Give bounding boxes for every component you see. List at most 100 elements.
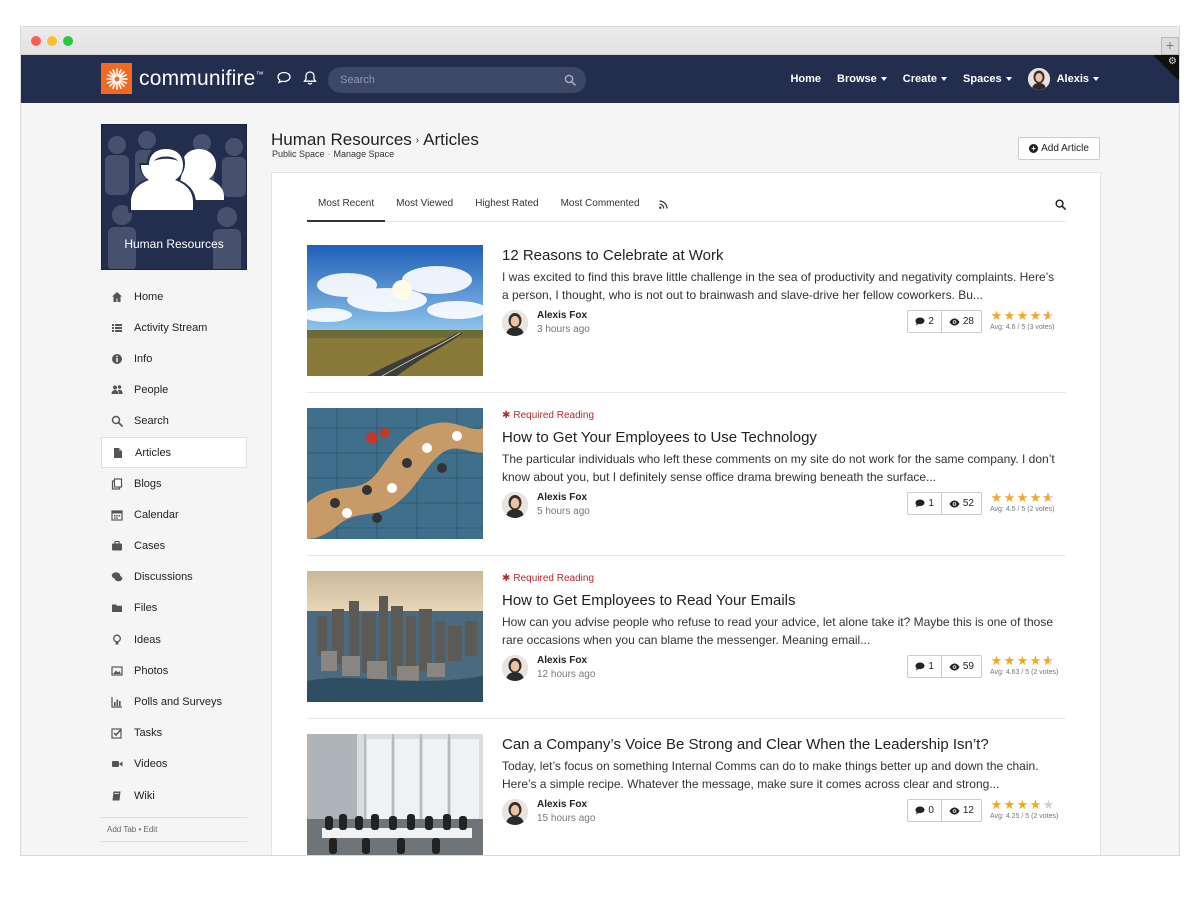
breadcrumb-space[interactable]: Human Resources	[271, 130, 412, 149]
sidebar-item-info[interactable]: Info	[101, 343, 247, 374]
video-icon	[110, 757, 124, 771]
article-timestamp: 15 hours ago	[537, 813, 596, 824]
author-avatar[interactable]	[502, 310, 528, 336]
comment-count[interactable]: 1	[908, 493, 941, 514]
chat-icon[interactable]	[276, 70, 294, 88]
sidebar-item-activity-stream[interactable]: Activity Stream	[101, 312, 247, 343]
author-name[interactable]: Alexis Fox	[537, 310, 587, 321]
article-thumbnail[interactable]	[307, 408, 483, 539]
checkbox-icon	[110, 726, 124, 740]
sidebar-item-label: Discussions	[134, 571, 193, 584]
star-icon[interactable]: ★	[1003, 797, 1016, 813]
star-icon[interactable]: ★	[1029, 308, 1042, 324]
comment-count[interactable]: 2	[908, 311, 941, 332]
gear-icon[interactable]: ⚙	[1168, 56, 1177, 67]
sidebar-item-polls-and-surveys[interactable]: Polls and Surveys	[101, 686, 247, 717]
sidebar-item-wiki[interactable]: Wiki	[101, 780, 247, 811]
star-icon[interactable]: ★	[990, 308, 1003, 324]
edit-tabs-link[interactable]: Edit	[144, 825, 158, 834]
sidebar-item-articles[interactable]: Articles	[101, 436, 247, 469]
sidebar-item-search[interactable]: Search	[101, 406, 247, 437]
space-sidebar-nav: Home Activity Stream Info People Search …	[101, 281, 247, 843]
sidebar-item-discussions[interactable]: Discussions	[101, 562, 247, 593]
sidebar-item-people[interactable]: People	[101, 375, 247, 406]
star-icon[interactable]: ★	[1042, 490, 1055, 506]
maximize-window-button[interactable]	[63, 36, 73, 46]
sidebar-item-blogs[interactable]: Blogs	[101, 468, 247, 499]
star-icon[interactable]: ★	[1003, 653, 1016, 669]
sidebar-item-label: Tasks	[134, 727, 163, 740]
sidebar-item-home[interactable]: Home	[101, 281, 247, 312]
breadcrumb: Human Resources › Articles	[271, 130, 479, 150]
global-search-input[interactable]	[340, 74, 550, 86]
star-icon[interactable]: ★	[1003, 308, 1016, 324]
star-icon[interactable]: ★	[1042, 797, 1055, 813]
comment-count[interactable]: 0	[908, 800, 941, 821]
space-tile[interactable]: Human Resources	[101, 124, 247, 270]
public-space-link[interactable]: Public Space	[272, 149, 325, 159]
sidebar-item-cases[interactable]: Cases	[101, 531, 247, 562]
sidebar-item-files[interactable]: Files	[101, 593, 247, 624]
star-icon[interactable]: ★	[1003, 490, 1016, 506]
menu-home[interactable]: Home	[790, 73, 821, 85]
article-thumbnail[interactable]	[307, 571, 483, 702]
sidebar-item-label: Activity Stream	[134, 321, 208, 334]
minimize-window-button[interactable]	[47, 36, 57, 46]
star-icon[interactable]: ★	[1016, 653, 1029, 669]
article-stats: 2 28	[907, 310, 982, 333]
menu-spaces[interactable]: Spaces	[963, 73, 1012, 85]
article-title[interactable]: 12 Reasons to Celebrate at Work	[502, 247, 1066, 264]
menu-browse[interactable]: Browse	[837, 73, 887, 85]
tab-most-commented[interactable]: Most Commented	[550, 187, 651, 222]
article-sort-tabs: Most Recent Most Viewed Highest Rated Mo…	[307, 187, 1066, 222]
tab-highest-rated[interactable]: Highest Rated	[464, 187, 549, 222]
star-icon[interactable]: ★	[1042, 308, 1055, 324]
author-name[interactable]: Alexis Fox	[537, 799, 587, 810]
sidebar-item-tasks[interactable]: Tasks	[101, 718, 247, 749]
brand-logo[interactable]: communifire™	[101, 63, 264, 94]
rss-icon[interactable]	[651, 187, 676, 222]
sidebar-item-label: Blogs	[134, 477, 162, 490]
sidebar-item-ideas[interactable]: Ideas	[101, 624, 247, 655]
search-icon[interactable]	[564, 73, 576, 91]
tab-most-recent[interactable]: Most Recent	[307, 187, 386, 222]
article-divider	[307, 718, 1066, 719]
article-title[interactable]: How to Get Employees to Read Your Emails	[502, 592, 1066, 609]
tab-most-viewed[interactable]: Most Viewed	[385, 187, 464, 222]
menu-create-label: Create	[902, 73, 938, 85]
author-avatar[interactable]	[502, 492, 528, 518]
star-icon[interactable]: ★	[1042, 653, 1055, 669]
bar-chart-icon	[110, 695, 124, 709]
article-search-icon[interactable]	[1055, 199, 1066, 213]
star-icon[interactable]: ★	[1029, 653, 1042, 669]
menu-create[interactable]: Create	[902, 73, 948, 85]
article-title[interactable]: Can a Company’s Voice Be Strong and Clea…	[502, 736, 1066, 753]
article-thumbnail[interactable]	[307, 245, 483, 376]
star-icon[interactable]: ★	[990, 490, 1003, 506]
star-icon[interactable]: ★	[990, 797, 1003, 813]
star-icon[interactable]: ★	[1016, 490, 1029, 506]
star-icon[interactable]: ★	[990, 653, 1003, 669]
author-avatar[interactable]	[502, 799, 528, 825]
article-title[interactable]: How to Get Your Employees to Use Technol…	[502, 429, 1066, 446]
add-article-button[interactable]: + Add Article	[1018, 137, 1100, 160]
sidebar-item-videos[interactable]: Videos	[101, 749, 247, 780]
author-avatar[interactable]	[502, 655, 528, 681]
notifications-bell-icon[interactable]	[302, 70, 320, 88]
manage-space-link[interactable]: Manage Space	[334, 149, 395, 159]
comment-count[interactable]: 1	[908, 656, 941, 677]
add-tab-link[interactable]: Add Tab	[107, 825, 136, 834]
caret-down-icon	[1005, 77, 1012, 81]
sidebar-item-photos[interactable]: Photos	[101, 655, 247, 686]
author-name[interactable]: Alexis Fox	[537, 492, 587, 503]
new-tab-icon[interactable]: +	[1161, 37, 1179, 55]
star-icon[interactable]: ★	[1016, 308, 1029, 324]
close-window-button[interactable]	[31, 36, 41, 46]
star-icon[interactable]: ★	[1029, 490, 1042, 506]
sidebar-item-calendar[interactable]: Calendar	[101, 499, 247, 530]
user-menu[interactable]: Alexis	[1027, 68, 1099, 90]
author-name[interactable]: Alexis Fox	[537, 655, 587, 666]
article-thumbnail[interactable]	[307, 734, 483, 855]
star-icon[interactable]: ★	[1029, 797, 1042, 813]
star-icon[interactable]: ★	[1016, 797, 1029, 813]
